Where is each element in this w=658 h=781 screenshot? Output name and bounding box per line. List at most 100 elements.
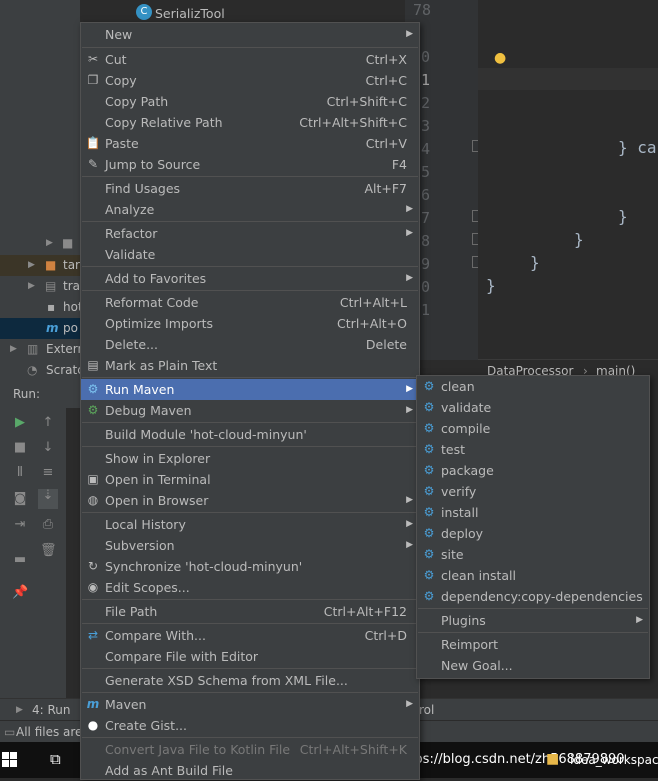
menu-item-reformat-code[interactable]: Reformat Code Ctrl+Alt+L [81,292,419,313]
menu-item-copy-path[interactable]: Copy Path Ctrl+Shift+C [81,91,419,112]
menu-item-edit-scopes[interactable]: ◉ Edit Scopes... [81,577,419,598]
menu-item-cut[interactable]: ✂ Cut Ctrl+X [81,49,419,70]
menu-item-jump-to-source[interactable]: ✎ Jump to Source F4 [81,154,419,175]
lightbulb-icon[interactable]: ● [494,50,506,66]
maven-icon: m [86,697,100,711]
run-panel-label: Run: [13,387,41,401]
tree-item-serializtool[interactable] [0,3,80,24]
menu-item-open-in-browser[interactable]: ◍ Open in Browser ▶ [81,490,419,511]
maven-plugins[interactable]: Plugins ▶ [417,610,649,631]
menu-item-convert-to-kotlin[interactable]: Convert Java File to Kotlin File Ctrl+Al… [81,739,419,760]
menu-item-compare-file-with-editor[interactable]: Compare File with Editor [81,646,419,667]
menu-item-analyze[interactable]: Analyze ▶ [81,199,419,220]
menu-item-shortcut: F4 [391,157,407,172]
line-number: 7 [421,209,431,227]
taskbar-window-title[interactable]: idea_workspace [570,753,658,767]
terminal-icon: ▣ [87,472,99,486]
menu-item-label: New [105,27,133,42]
line-number: 78 [413,1,432,19]
menu-item-file-path[interactable]: File Path Ctrl+Alt+F12 [81,601,419,622]
pause-icon[interactable]: Ⅱ [12,466,28,480]
menu-item-label: Find Usages [105,181,181,196]
windows-start-icon[interactable] [0,752,18,770]
menu-item-debug-maven[interactable]: ⚙ Debug Maven ▶ [81,400,419,421]
menu-item-add-to-favorites[interactable]: Add to Favorites ▶ [81,268,419,289]
menu-item-synchronize[interactable]: ↻ Synchronize 'hot-cloud-minyun' [81,556,419,577]
maven-goal-validate[interactable]: ⚙ validate [417,397,649,418]
menu-item-build-module[interactable]: Build Module 'hot-cloud-minyun' [81,424,419,445]
tree-item-pom[interactable]: m po [0,318,80,339]
menu-item-shortcut: Ctrl+V [365,136,407,151]
run-tab[interactable]: 4: Run [32,699,71,721]
camera-icon[interactable]: ◙ [12,492,28,506]
tree-item-hot[interactable]: ▪ hot [0,297,80,318]
rerun-icon[interactable]: ▶ [12,416,28,430]
maven-goal-deploy[interactable]: ⚙ deploy [417,523,649,544]
pin-icon[interactable]: 📌 [12,586,28,600]
down-arrow-icon[interactable]: ↓ [40,441,56,455]
maven-goal-compile[interactable]: ⚙ compile [417,418,649,439]
status-text: All files are [16,725,83,739]
menu-item-subversion[interactable]: Subversion ▶ [81,535,419,556]
menu-item-create-gist[interactable]: ● Create Gist... [81,715,419,736]
menu-item-maven[interactable]: m Maven ▶ [81,694,419,715]
expand-arrow-icon: ▶ [28,260,35,270]
maven-goal-verify[interactable]: ⚙ verify [417,481,649,502]
task-view-icon[interactable]: ⧉ [50,750,61,768]
maven-gear-icon: ⚙ [423,400,435,414]
menu-item-delete[interactable]: Delete... Delete [81,334,419,355]
trash-icon[interactable]: 🗑 [40,544,57,558]
menu-item-find-usages[interactable]: Find Usages Alt+F7 [81,178,419,199]
layout-icon[interactable]: ▬ [12,553,28,567]
maven-goal-clean[interactable]: ⚙ clean [417,376,649,397]
menu-item-new[interactable]: New ▶ [81,24,419,45]
maven-gear-icon: ⚙ [423,421,435,435]
maven-goal-site[interactable]: ⚙ site [417,544,649,565]
tree-item-external-libraries[interactable]: ▶ ▥ Extern [0,339,80,360]
menu-item-copy[interactable]: ❐ Copy Ctrl+C [81,70,419,91]
maven-goal-install[interactable]: ⚙ install [417,502,649,523]
maven-goal-copy-dependencies[interactable]: ⚙ dependency:copy-dependencies [417,586,649,607]
scroll-to-end-icon[interactable]: ⇣ [38,489,58,509]
print-icon[interactable]: ⎙ [40,518,56,532]
menu-item-open-in-terminal[interactable]: ▣ Open in Terminal [81,469,419,490]
code-editor[interactable]: ● } ca } } } } [478,0,658,360]
tree-item-tra[interactable]: ▶ ▤ tra [0,276,80,297]
menu-item-paste[interactable]: 📋 Paste Ctrl+V [81,133,419,154]
menu-item-local-history[interactable]: Local History ▶ [81,514,419,535]
soft-wrap-icon[interactable]: ≡ [40,466,56,480]
maven-new-goal[interactable]: New Goal... [417,655,649,676]
maven-gear-icon: ⚙ [423,547,435,561]
tree-item-folder[interactable]: ▶ ■ [0,233,80,254]
submenu-arrow-icon: ▶ [406,204,413,214]
menu-item-generate-xsd[interactable]: Generate XSD Schema from XML File... [81,670,419,691]
menu-item-run-maven[interactable]: ⚙ Run Maven ▶ [81,379,419,400]
menu-item-show-in-explorer[interactable]: Show in Explorer [81,448,419,469]
maven-reimport[interactable]: Reimport [417,634,649,655]
tree-item-serializtool-label[interactable]: SerializTool [155,3,225,24]
menu-item-label: Cut [105,52,127,67]
menu-separator [82,290,418,291]
line-number: 1 [421,301,431,319]
file-icon: ▤ [45,279,57,293]
menu-item-label: File Path [105,604,158,619]
menu-item-shortcut: Ctrl+Alt+Shift+K [299,742,407,757]
menu-item-mark-as-plain-text[interactable]: ▤ Mark as Plain Text [81,355,419,376]
tree-item-scratches[interactable]: ◔ Scratc [0,360,80,381]
closing-brace: } [530,253,540,272]
menu-item-compare-with[interactable]: ⇄ Compare With... Ctrl+D [81,625,419,646]
menu-item-validate[interactable]: Validate [81,244,419,265]
menu-item-refactor[interactable]: Refactor ▶ [81,223,419,244]
up-arrow-icon[interactable]: ↑ [40,416,56,430]
maven-goal-clean-install[interactable]: ⚙ clean install [417,565,649,586]
exit-icon[interactable]: ⇥ [12,518,28,532]
menu-item-optimize-imports[interactable]: Optimize Imports Ctrl+Alt+O [81,313,419,334]
maven-goal-package[interactable]: ⚙ package [417,460,649,481]
maven-goal-test[interactable]: ⚙ test [417,439,649,460]
submenu-arrow-icon: ▶ [406,519,413,529]
stop-icon[interactable]: ■ [12,441,28,455]
menu-item-copy-relative-path[interactable]: Copy Relative Path Ctrl+Alt+Shift+C [81,112,419,133]
tree-item-target[interactable]: ▶ ■ tar [0,255,80,276]
library-icon: ▥ [27,342,39,356]
tool-window-tab[interactable]: rol [419,699,434,721]
